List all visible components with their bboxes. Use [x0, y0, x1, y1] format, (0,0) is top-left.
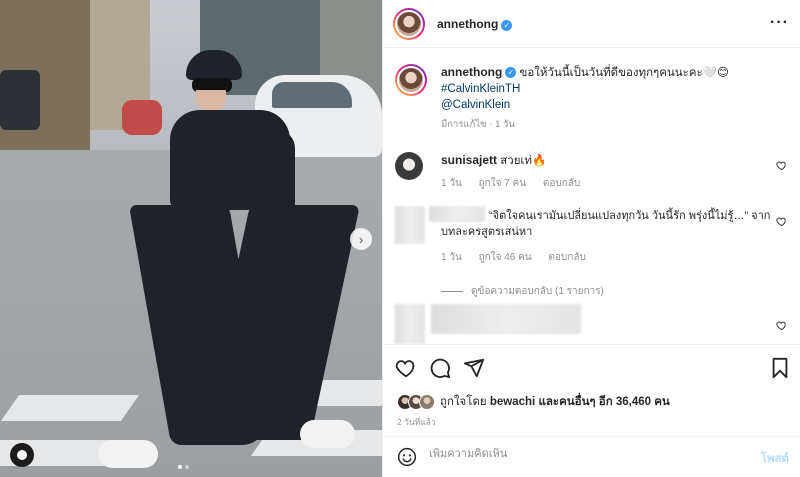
heart-icon[interactable] [776, 320, 787, 331]
tagged-users-button[interactable] [10, 443, 34, 467]
liked-by-label: ถูกใจโดย [440, 396, 487, 408]
caption-edited: มีการแก้ไข [441, 119, 487, 130]
emoji-icon[interactable] [397, 447, 417, 467]
verified-badge-icon: ✓ [501, 19, 513, 31]
carousel-dot-active [178, 465, 182, 469]
user-tag-icon [17, 450, 27, 460]
caption-text: ขอให้วันนี้เป็นวันที่ดีของทุกๆคนนะคะ🤍😊 [519, 67, 730, 79]
verified-badge-icon: ✓ [505, 67, 517, 79]
comment-text: สวยเท่🔥 [500, 155, 547, 167]
parked-car-left [0, 70, 40, 130]
post-date[interactable]: 2 วันที่แล้ว [397, 415, 436, 429]
instagram-post-modal: › annethong ✓ ··· annethong ✓ ขอให้วันนี้ [0, 0, 800, 477]
liked-user[interactable]: bewachi [490, 396, 535, 408]
bookmark-icon[interactable] [769, 357, 791, 379]
comment-item: sunisajett สวยเท่🔥 1 วัน ถูกใจ 7 คน ตอบก… [395, 150, 795, 198]
white-car-window [272, 82, 352, 108]
view-replies-line [441, 291, 463, 292]
comment-likes[interactable]: ถูกใจ 46 คน [479, 252, 532, 263]
carousel-dot [185, 465, 189, 469]
avatar[interactable] [393, 8, 425, 40]
chevron-right-icon: › [358, 231, 364, 247]
post-photo[interactable]: › [0, 0, 382, 477]
caption: annethong ✓ ขอให้วันนี้เป็นวันที่ดีของทุก… [395, 64, 795, 134]
face [196, 90, 226, 112]
sneaker-right [300, 420, 355, 448]
crosswalk-stripe [0, 395, 140, 421]
sneaker-left [98, 440, 158, 468]
comment-item [395, 304, 795, 344]
heart-icon[interactable] [776, 216, 787, 227]
header-user[interactable]: annethong ✓ [437, 17, 513, 31]
likes-others[interactable]: และคนอื่นๆ อีก 36,460 คน [538, 396, 669, 408]
next-photo-button[interactable]: › [350, 228, 372, 250]
caption-body: annethong ✓ ขอให้วันนี้เป็นวันที่ดีของทุก… [441, 65, 730, 130]
view-replies-label: ดูข้อความตอบกลับ (1 รายการ) [471, 286, 604, 297]
comment-text: “จิตใจคนเรามันเปลี่ยนแปลงทุกวัน วันนี้รั… [441, 210, 771, 238]
caption-avatar[interactable] [395, 64, 427, 96]
likes-text: ถูกใจโดย bewachi และคนอื่นๆ อีก 36,460 ค… [440, 393, 670, 411]
caption-username[interactable]: annethong [441, 65, 502, 79]
comment-avatar[interactable] [395, 152, 423, 180]
post-actions: ถูกใจโดย bewachi และคนอื่นๆ อีก 36,460 ค… [383, 344, 800, 436]
comment-time: 1 วัน [441, 178, 462, 189]
comment-time: 1 วัน [441, 252, 462, 263]
add-comment-input[interactable] [429, 448, 729, 460]
view-replies-button[interactable]: ดูข้อความตอบกลับ (1 รายการ) [441, 284, 604, 299]
carousel-dots [178, 465, 189, 469]
comment-item: “จิตใจคนเรามันเปลี่ยนแปลงทุกวัน วันนี้รั… [395, 206, 795, 296]
caption-time: 1 วัน [495, 119, 515, 130]
motorbike [122, 100, 162, 135]
comment-username[interactable]: sunisajett [441, 153, 497, 167]
caption-mention[interactable]: @CalvinKlein [441, 99, 510, 111]
comments-section: annethong ✓ ขอให้วันนี้เป็นวันที่ดีของทุก… [383, 48, 800, 344]
comment-reply-button[interactable]: ตอบกลับ [543, 178, 580, 189]
post-side-panel: annethong ✓ ··· annethong ✓ ขอให้วันนี้เป็… [382, 0, 800, 477]
like-heart-icon[interactable] [395, 357, 417, 379]
blurred-avatar [395, 206, 425, 244]
share-paper-plane-icon[interactable] [463, 357, 485, 379]
liked-by[interactable]: ถูกใจโดย bewachi และคนอื่นๆ อีก 36,460 ค… [397, 393, 670, 411]
heart-icon[interactable] [776, 160, 787, 171]
comment-bubble-icon[interactable] [429, 357, 451, 379]
comment-reply-button[interactable]: ตอบกลับ [548, 252, 585, 263]
caption-hashtag[interactable]: #CalvinKleinTH [441, 83, 520, 95]
liker-avatar [419, 394, 435, 410]
post-header: annethong ✓ ··· [383, 0, 800, 48]
header-username[interactable]: annethong [437, 17, 498, 31]
add-comment-bar: โพสต์ [383, 436, 800, 477]
blurred-avatar [395, 304, 425, 344]
more-dots-icon[interactable]: ··· [770, 14, 789, 32]
comment-likes[interactable]: ถูกใจ 7 คน [479, 178, 527, 189]
blurred-comment [431, 304, 581, 334]
post-comment-button[interactable]: โพสต์ [761, 450, 789, 468]
